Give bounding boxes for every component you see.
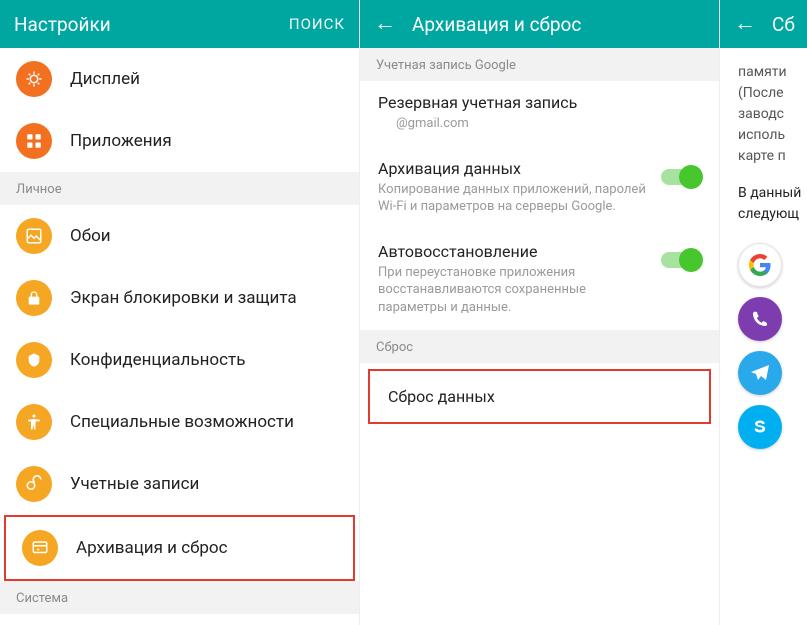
item-label: Архивация и сброс <box>76 538 228 558</box>
item-apps[interactable]: Приложения <box>0 110 359 172</box>
setting-title: Автовосстановление <box>378 242 651 261</box>
setting-sub: При переустановке приложения восстанавли… <box>378 264 651 317</box>
section-personal: Личное <box>0 172 359 205</box>
app-icons-list <box>738 243 807 449</box>
skype-icon <box>738 405 782 449</box>
item-privacy[interactable]: Конфиденциальность <box>0 329 359 391</box>
item-backup-reset[interactable]: Архивация и сброс <box>6 517 353 579</box>
appbar-title: Настройки <box>14 13 273 36</box>
text-line: исполь <box>738 125 807 146</box>
accessibility-icon <box>16 404 52 440</box>
appbar-title: Сб <box>772 13 795 36</box>
setting-title: Архивация данных <box>378 159 651 178</box>
item-label: Приложения <box>70 131 172 151</box>
apps-icon <box>16 123 52 159</box>
viber-icon <box>738 297 782 341</box>
text-line: (После <box>738 83 807 104</box>
item-label: Специальные возможности <box>70 412 294 432</box>
backup-icon <box>22 530 58 566</box>
setting-sub: Копирование данных приложений, паролей W… <box>378 181 651 216</box>
accounts-icon <box>16 466 52 502</box>
privacy-icon <box>16 342 52 378</box>
section-system: Система <box>0 581 359 614</box>
back-icon[interactable]: ← <box>734 13 756 35</box>
google-icon <box>738 243 782 287</box>
display-icon <box>16 61 52 97</box>
toggle-auto-restore[interactable] <box>661 252 701 268</box>
item-accessibility[interactable]: Специальные возможности <box>0 391 359 453</box>
item-label: Дисплей <box>70 69 140 89</box>
search-action[interactable]: поиск <box>289 15 345 33</box>
wallpaper-icon <box>16 218 52 254</box>
item-label: Обои <box>70 226 111 246</box>
settings-pane: Настройки поиск Дисплей Приложения Лично… <box>0 0 360 625</box>
highlight-reset-data: Сброс данных <box>368 369 711 424</box>
item-wallpaper[interactable]: Обои <box>0 205 359 267</box>
section-reset: Сброс <box>360 330 719 363</box>
telegram-icon <box>738 351 782 395</box>
setting-title: Резервная учетная запись <box>378 93 701 112</box>
setting-sub: @gmail.com <box>378 115 701 133</box>
appbar-title: Архивация и сброс <box>412 13 705 36</box>
item-reset-data[interactable]: Сброс данных <box>370 371 709 422</box>
row-backup-account[interactable]: Резервная учетная запись @gmail.com <box>360 81 719 147</box>
lock-icon <box>16 280 52 316</box>
text-line: заводс <box>738 104 807 125</box>
item-label: Конфиденциальность <box>70 350 245 370</box>
backup-reset-pane: ← Архивация и сброс Учетная запись Googl… <box>360 0 720 625</box>
reset-description: памяти (После заводс исполь карте п В да… <box>720 48 807 449</box>
row-backup-data[interactable]: Архивация данных Копирование данных прил… <box>360 147 719 230</box>
appbar-settings: Настройки поиск <box>0 0 359 48</box>
text-line: карте п <box>738 146 807 167</box>
appbar-backup: ← Архивация и сброс <box>360 0 719 48</box>
toggle-backup-data[interactable] <box>661 169 701 185</box>
row-auto-restore[interactable]: Автовосстановление При переустановке при… <box>360 230 719 331</box>
text-paragraph: В данный следующ <box>738 183 807 225</box>
highlight-backup-reset: Архивация и сброс <box>4 515 355 581</box>
item-lockscreen[interactable]: Экран блокировки и защита <box>0 267 359 329</box>
text-line: памяти <box>738 62 807 83</box>
appbar-reset: ← Сб <box>720 0 807 48</box>
item-accounts[interactable]: Учетные записи <box>0 453 359 515</box>
item-display[interactable]: Дисплей <box>0 48 359 110</box>
back-icon[interactable]: ← <box>374 13 396 35</box>
item-label: Учетные записи <box>70 474 199 494</box>
reset-detail-pane: ← Сб памяти (После заводс исполь карте п… <box>720 0 807 625</box>
section-google-account: Учетная запись Google <box>360 48 719 81</box>
item-language[interactable]: Язык и ввод <box>0 614 359 625</box>
item-label: Экран блокировки и защита <box>70 288 297 308</box>
